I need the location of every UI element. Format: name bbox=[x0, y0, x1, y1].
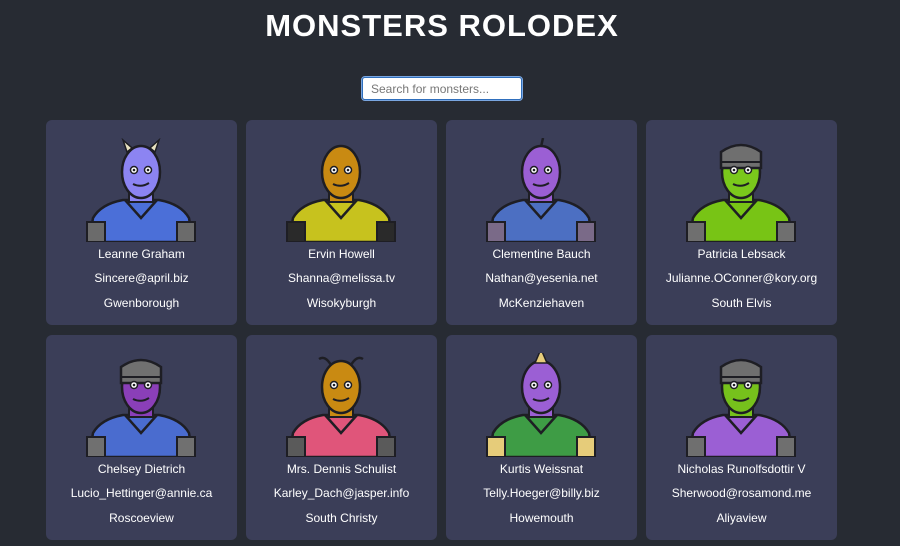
monster-card[interactable]: Ervin Howell Shanna@melissa.tv Wisokybur… bbox=[246, 120, 437, 325]
monster-city: Roscoeview bbox=[109, 511, 174, 525]
monster-city: McKenziehaven bbox=[498, 296, 585, 310]
monster-avatar bbox=[686, 358, 796, 457]
monster-city: Howemouth bbox=[509, 511, 574, 525]
monster-city: South Christy bbox=[305, 511, 378, 525]
monster-avatar bbox=[286, 144, 396, 242]
monster-avatar bbox=[86, 358, 196, 457]
monster-name: Kurtis Weissnat bbox=[499, 462, 584, 476]
monster-email: Nathan@yesenia.net bbox=[485, 271, 598, 285]
page-title: MONSTERS ROLODEX bbox=[265, 8, 619, 43]
monster-avatar bbox=[686, 143, 796, 242]
monster-avatar bbox=[486, 138, 596, 242]
monster-city: Wisokyburgh bbox=[306, 296, 377, 310]
monster-card[interactable]: Clementine Bauch Nathan@yesenia.net McKe… bbox=[446, 120, 637, 325]
monster-email: Sherwood@rosamond.me bbox=[671, 486, 812, 500]
monster-city: Gwenborough bbox=[103, 296, 180, 310]
monster-email: Julianne.OConner@kory.org bbox=[665, 271, 818, 285]
monster-email: Sincere@april.biz bbox=[94, 271, 189, 285]
monster-card[interactable]: Patricia Lebsack Julianne.OConner@kory.o… bbox=[646, 120, 837, 325]
monster-name: Patricia Lebsack bbox=[697, 247, 786, 261]
monster-city: Aliyaview bbox=[716, 511, 767, 525]
monster-name: Nicholas Runolfsdottir V bbox=[677, 462, 806, 476]
monster-email: Karley_Dach@jasper.info bbox=[273, 486, 410, 500]
monster-name: Chelsey Dietrich bbox=[97, 462, 186, 476]
monster-email: Shanna@melissa.tv bbox=[288, 271, 395, 285]
monster-name: Clementine Bauch bbox=[492, 247, 591, 261]
monster-card[interactable]: Nicholas Runolfsdottir V Sherwood@rosamo… bbox=[646, 335, 837, 540]
monster-card[interactable]: Kurtis Weissnat Telly.Hoeger@billy.biz H… bbox=[446, 335, 637, 540]
monster-avatar bbox=[286, 356, 396, 457]
monster-email: Telly.Hoeger@billy.biz bbox=[483, 486, 600, 500]
monster-name: Leanne Graham bbox=[98, 247, 185, 261]
monster-avatar bbox=[486, 353, 596, 457]
search-input[interactable] bbox=[361, 76, 523, 101]
monster-card[interactable]: Chelsey Dietrich Lucio_Hettinger@annie.c… bbox=[46, 335, 237, 540]
monster-card[interactable]: Mrs. Dennis Schulist Karley_Dach@jasper.… bbox=[246, 335, 437, 540]
monster-name: Ervin Howell bbox=[308, 247, 375, 261]
monster-name: Mrs. Dennis Schulist bbox=[286, 462, 397, 476]
monster-city: South Elvis bbox=[711, 296, 772, 310]
monster-email: Lucio_Hettinger@annie.ca bbox=[70, 486, 213, 500]
monster-avatar bbox=[86, 138, 196, 242]
monster-card[interactable]: Leanne Graham Sincere@april.biz Gwenboro… bbox=[46, 120, 237, 325]
